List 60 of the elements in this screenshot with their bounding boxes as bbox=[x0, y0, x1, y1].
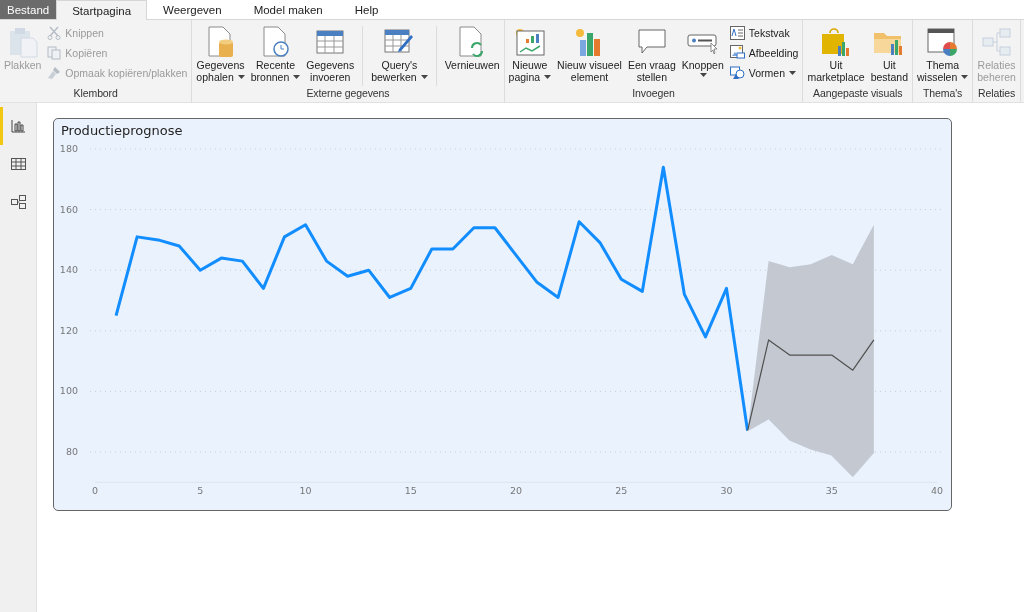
x-tick-label: 30 bbox=[720, 485, 733, 497]
document-clock-icon bbox=[261, 26, 290, 58]
report-view-icon bbox=[9, 118, 27, 134]
y-tick-label: 80 bbox=[65, 446, 78, 457]
ribbon-button[interactable]: Nieuw visueel element bbox=[555, 22, 624, 86]
table-view-icon bbox=[9, 156, 27, 172]
y-tick-label: 100 bbox=[59, 385, 78, 397]
group-label: Thema's bbox=[922, 87, 964, 101]
ribbon-button[interactable]: Thema wisselen bbox=[915, 22, 971, 86]
copy-icon bbox=[47, 45, 62, 60]
ribbon-button[interactable]: Recente bronnen bbox=[248, 22, 303, 86]
clipboard-icon bbox=[7, 26, 38, 58]
x-tick-label: 10 bbox=[299, 485, 312, 497]
x-tick-label: 5 bbox=[197, 485, 204, 497]
y-tick-label: 140 bbox=[59, 264, 78, 276]
group-label: Klembord bbox=[72, 87, 119, 101]
model-view-icon bbox=[9, 194, 27, 210]
document-database-icon bbox=[206, 26, 235, 58]
ribbon-button[interactable]: Vernieuwen bbox=[442, 22, 502, 86]
ribbon-tab[interactable]: Weergeven bbox=[147, 0, 238, 19]
ribbon-button[interactable]: Nieuwe pagina bbox=[506, 22, 554, 86]
x-tick-label: 25 bbox=[615, 485, 628, 497]
ribbon-tab[interactable]: Startpagina bbox=[56, 0, 148, 20]
y-tick-label: 120 bbox=[59, 324, 78, 336]
group-label: Externe gegevens bbox=[305, 87, 391, 101]
x-tick-label: 15 bbox=[404, 485, 417, 497]
ribbon-button[interactable]: Tekstvak bbox=[727, 25, 801, 40]
ribbon-button[interactable]: Knoppen bbox=[679, 22, 726, 86]
y-tick-label: 160 bbox=[59, 203, 78, 215]
ribbon-tab[interactable]: Model maken bbox=[237, 0, 339, 19]
y-tick-label: 180 bbox=[59, 143, 78, 154]
file-menu-tab[interactable]: Bestand bbox=[0, 0, 57, 19]
new-page-icon bbox=[513, 27, 546, 57]
group-label: Invoegen bbox=[631, 87, 676, 101]
speech-bubble-icon bbox=[636, 28, 667, 56]
group-label: Relaties bbox=[977, 87, 1017, 101]
x-tick-label: 0 bbox=[92, 485, 98, 497]
theme-palette-icon bbox=[926, 27, 959, 57]
ribbon-button[interactable]: Uit marketplace bbox=[805, 22, 867, 86]
scissors-icon bbox=[47, 25, 62, 40]
ribbon-button[interactable]: Vormen bbox=[727, 65, 801, 80]
ribbon-button[interactable]: Uit bestand bbox=[868, 22, 910, 86]
x-tick-label: 40 bbox=[930, 485, 944, 497]
ribbon-button[interactable]: Gegevens invoeren bbox=[304, 22, 357, 86]
ribbon-button[interactable]: Een vraag stellen bbox=[625, 22, 678, 86]
brush-icon bbox=[47, 65, 62, 80]
shopping-bag-chart-icon bbox=[820, 26, 852, 58]
ribbon-button[interactable]: Afbeelding bbox=[727, 45, 801, 60]
ribbon-button[interactable]: Gegevens ophalen bbox=[194, 22, 247, 86]
ribbon-button[interactable]: Query's bewerken bbox=[369, 22, 430, 86]
text-box-icon bbox=[729, 25, 745, 40]
table-icon bbox=[316, 28, 345, 56]
relationships-icon bbox=[981, 27, 1012, 57]
ribbon-tab[interactable]: Help bbox=[338, 0, 395, 19]
x-tick-label: 35 bbox=[825, 485, 838, 497]
x-tick-label: 20 bbox=[509, 485, 523, 497]
shapes-icon bbox=[729, 65, 745, 80]
group-label: Aangepaste visuals bbox=[812, 87, 904, 101]
image-icon bbox=[729, 45, 745, 60]
chart-title: Productieprognose bbox=[60, 122, 183, 140]
